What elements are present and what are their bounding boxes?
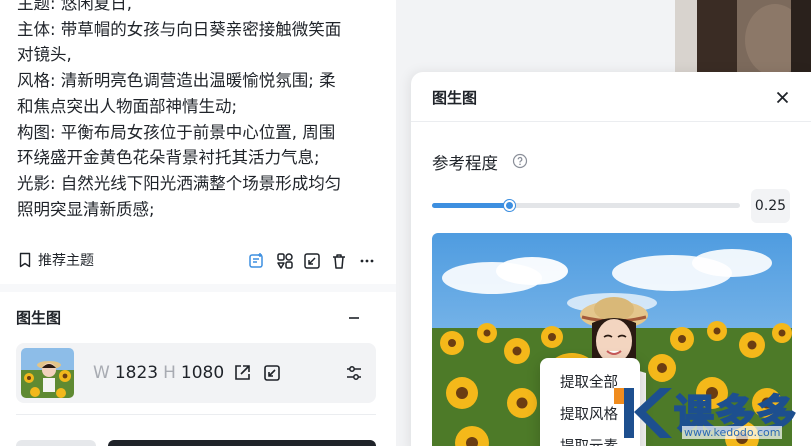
strength-value-input[interactable]: 0.25 — [751, 189, 790, 223]
watermark-url: www.kedodo.com — [682, 426, 783, 439]
width-label: W — [93, 363, 110, 383]
apply-icon[interactable] — [248, 252, 266, 270]
section-divider — [0, 284, 396, 292]
divider — [16, 414, 376, 415]
desc-line: 光影: 自然光线下阳光洒满整个场景形成均匀 — [17, 173, 342, 193]
strength-slider-handle[interactable] — [504, 200, 515, 211]
close-icon[interactable] — [773, 88, 791, 106]
more-icon[interactable] — [358, 252, 376, 270]
desc-line: 对镜头, — [17, 45, 72, 65]
strength-slider[interactable] — [432, 200, 740, 211]
reference-image-card: W 1823 H 1080 — [16, 343, 376, 403]
background-photo — [675, 0, 811, 72]
desc-line: 照明突显清新质感; — [17, 199, 155, 219]
reference-thumbnail[interactable] — [21, 348, 74, 398]
menu-item-extract-element[interactable]: 提取元素 — [560, 435, 618, 446]
watermark-k-icon — [614, 388, 672, 438]
desc-line: 和焦点突出人物面部神情生动; — [17, 96, 238, 116]
modal-header: 图生图 — [411, 72, 811, 122]
left-panel: 主题: 悠闲夏日, 主体: 带草帽的女孩与向日葵亲密接触微笑面 对镜头, 风格:… — [0, 0, 396, 446]
open-external-icon[interactable] — [232, 363, 252, 383]
modal-title: 图生图 — [432, 89, 478, 107]
secondary-button[interactable] — [16, 440, 96, 446]
help-icon[interactable] — [512, 153, 528, 169]
watermark-logo: 课多多 www.kedodo.com — [612, 382, 811, 446]
desc-line: 构图: 平衡布局女孩位于前景中心位置, 周围 — [17, 122, 336, 142]
reference-dimensions: W 1823 H 1080 — [93, 363, 224, 383]
desc-line: 主题: 悠闲夏日, — [17, 0, 133, 13]
desc-line: 风格: 清新明亮色调营造出温暖愉悦氛围; 柔 — [17, 71, 336, 91]
desc-line: 环绕盛开金黄色花朵背景衬托其活力气息; — [17, 148, 320, 168]
recommend-theme-label: 推荐主题 — [38, 253, 94, 269]
section-title: 图生图 — [16, 309, 62, 327]
strength-label: 参考程度 — [432, 154, 498, 173]
bookmark-icon — [17, 252, 33, 268]
extract-icon[interactable] — [276, 252, 294, 270]
width-value: 1823 — [114, 363, 159, 383]
strength-slider-fill — [432, 203, 509, 208]
desc-line: 主体: 带草帽的女孩与向日葵亲密接触微笑面 — [17, 19, 342, 39]
generate-button[interactable] — [108, 440, 376, 446]
settings-sliders-icon[interactable] — [344, 363, 364, 383]
height-label: H — [163, 363, 176, 383]
prompt-toolbar: 推荐主题 — [0, 248, 396, 276]
trash-icon[interactable] — [330, 252, 348, 270]
collapse-icon[interactable] — [345, 309, 363, 327]
recommend-theme-button[interactable]: 推荐主题 — [17, 250, 94, 270]
expand-icon[interactable] — [303, 252, 321, 270]
menu-item-extract-all[interactable]: 提取全部 — [560, 371, 618, 392]
height-value: 1080 — [180, 363, 225, 383]
menu-item-extract-style[interactable]: 提取风格 — [560, 403, 618, 424]
resize-icon[interactable] — [262, 363, 282, 383]
prompt-description[interactable]: 主题: 悠闲夏日, 主体: 带草帽的女孩与向日葵亲密接触微笑面 对镜头, 风格:… — [17, 0, 369, 222]
